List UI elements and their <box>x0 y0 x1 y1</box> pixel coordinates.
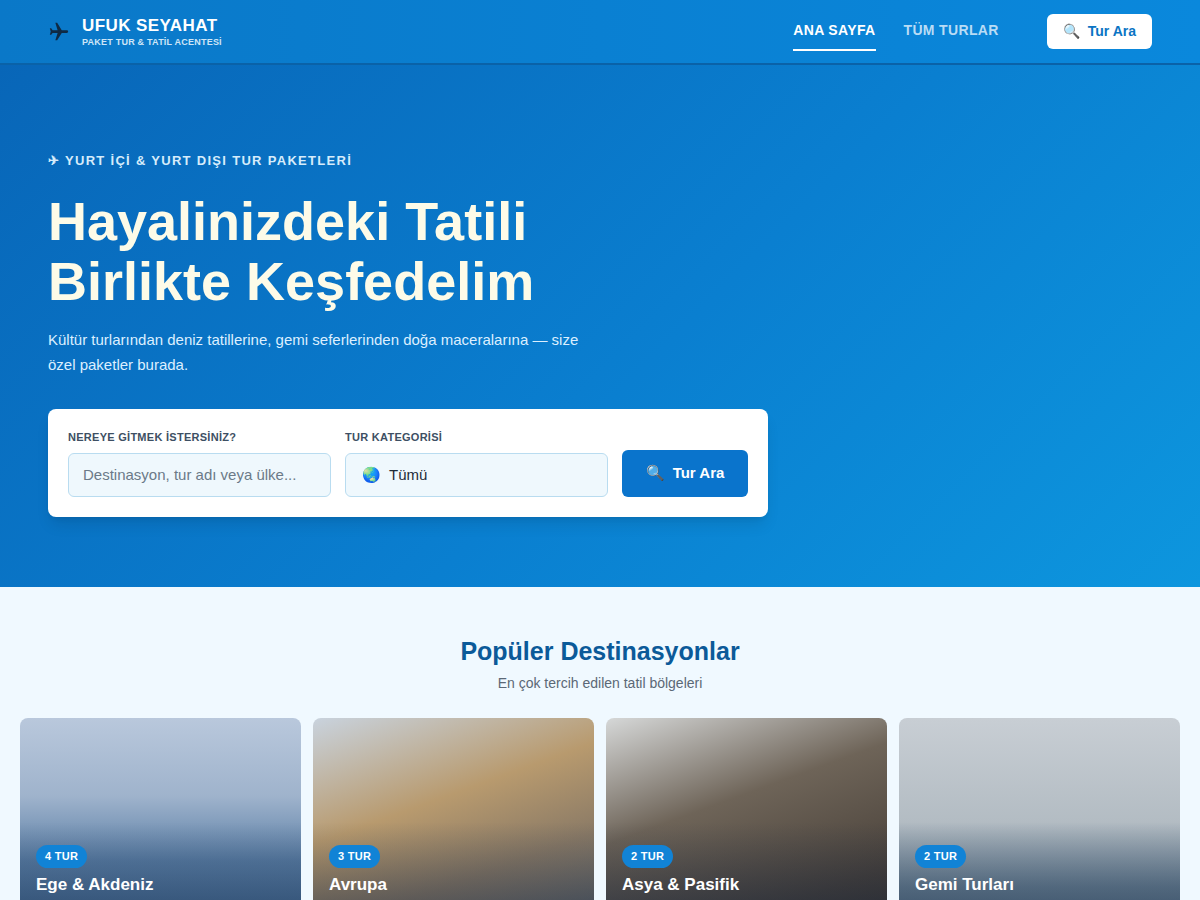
destinations-subtitle: En çok tercih edilen tatil bölgeleri <box>20 673 1180 694</box>
category-label: TUR KATEGORİSİ <box>345 429 608 446</box>
brand[interactable]: UFUK SEYAHATPAKET TUR & TATİL ACENTESİ <box>48 16 222 48</box>
destinations-title: Popüler Destinasyonlar <box>20 635 1180 667</box>
destination-label: NEREYE GİTMEK İSTERSİNİZ? <box>68 429 331 446</box>
search-panel: NEREYE GİTMEK İSTERSİNİZ? Destinasyon, tu… <box>48 409 768 518</box>
category-select[interactable]: 🌏Tümü <box>345 453 608 497</box>
tour-count-badge: 2 TUR <box>915 845 966 868</box>
destination-input[interactable]: Destinasyon, tur adı veya ülke... <box>68 453 331 497</box>
tour-count-badge: 2 TUR <box>622 845 673 868</box>
nav-item[interactable]: TÜM TURLAR <box>904 12 999 51</box>
destination-card[interactable]: 2 TUR Gemi Turları <box>899 718 1180 900</box>
destination-card[interactable]: 3 TUR Avrupa <box>313 718 594 900</box>
destinations: Popüler Destinasyonlar En çok tercih edil… <box>0 587 1200 900</box>
tour-count-badge: 4 TUR <box>36 845 87 868</box>
hero-title: Hayalinizdeki TatiliBirlikte Keşfedelim <box>48 191 1152 311</box>
tour-count-badge: 3 TUR <box>329 845 380 868</box>
brand-name: UFUK SEYAHAT <box>82 16 222 36</box>
destination-name: Avrupa <box>329 874 387 896</box>
nav-item[interactable]: ANA SAYFA <box>793 12 875 51</box>
plane-icon <box>48 21 70 43</box>
destination-card[interactable]: 2 TUR Asya & Pasifik <box>606 718 887 900</box>
hero: ✈ YURT İÇİ & YURT DIŞI TUR PAKETLERİ Haya… <box>0 65 1200 587</box>
destination-name: Asya & Pasifik <box>622 874 739 896</box>
page: UFUK SEYAHATPAKET TUR & TATİL ACENTESİ AN… <box>0 0 1200 900</box>
header-search-button[interactable]: 🔍Tur Ara <box>1047 14 1152 49</box>
top-bar: UFUK SEYAHATPAKET TUR & TATİL ACENTESİ AN… <box>0 0 1200 65</box>
hero-subtitle: Kültür turlarından deniz tatillerine, ge… <box>48 327 608 377</box>
destination-name: Gemi Turları <box>915 874 1014 896</box>
destination-name: Ege & Akdeniz <box>36 874 153 896</box>
destination-card[interactable]: 4 TUR Ege & Akdeniz <box>20 718 301 900</box>
main-nav: ANA SAYFA TÜM TURLAR <box>793 12 999 51</box>
hero-eyebrow: ✈ YURT İÇİ & YURT DIŞI TUR PAKETLERİ <box>48 151 1152 171</box>
search-button[interactable]: 🔍Tur Ara <box>622 450 748 497</box>
brand-tagline: PAKET TUR & TATİL ACENTESİ <box>82 36 222 48</box>
